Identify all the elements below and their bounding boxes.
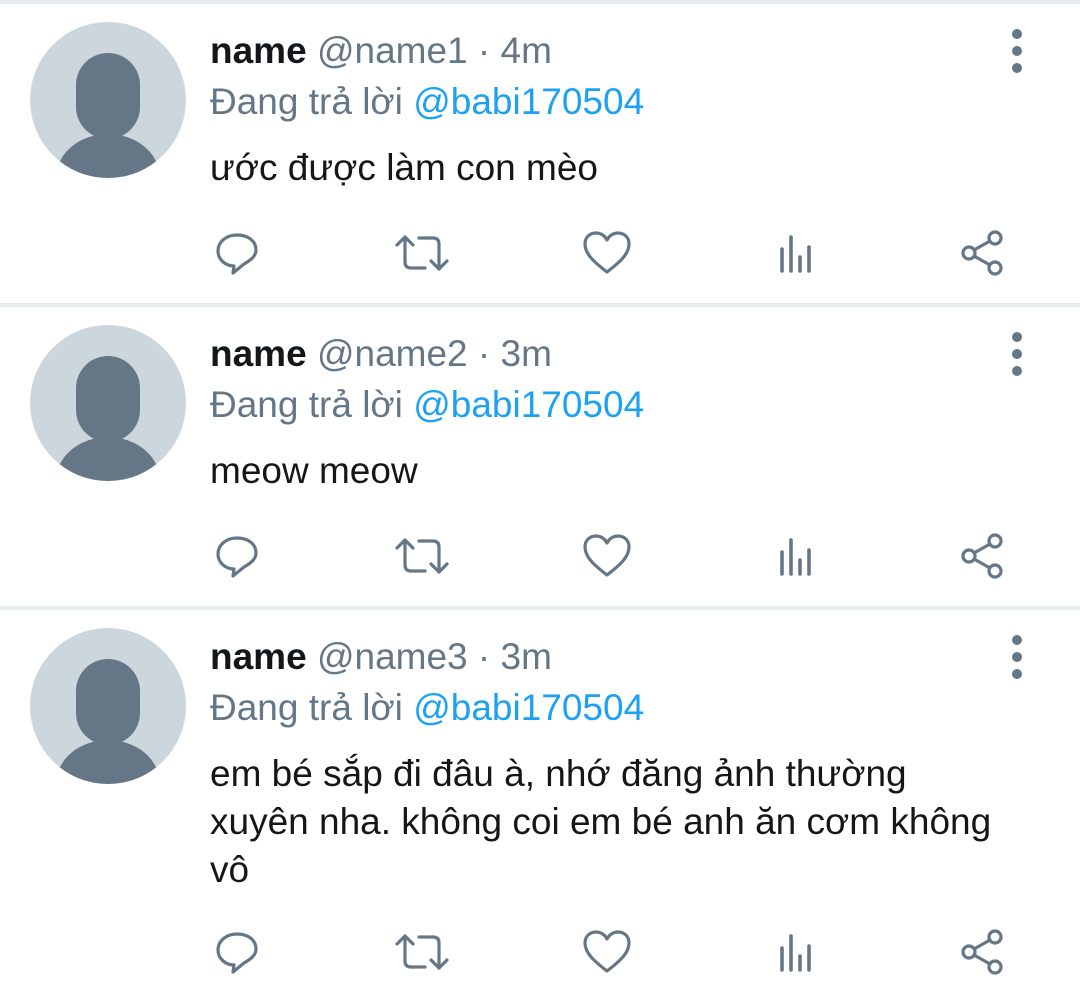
mention-link[interactable]: @babi170504 — [413, 687, 644, 728]
reply-icon[interactable] — [207, 526, 267, 586]
more-vertical-icon[interactable] — [1002, 332, 1032, 376]
user-handle[interactable]: @name3 — [317, 636, 468, 677]
timestamp: 3m — [500, 636, 552, 677]
share-icon[interactable] — [952, 223, 1012, 283]
tweet-text: ước được làm con mèo — [210, 147, 599, 188]
display-name[interactable]: name — [210, 333, 307, 374]
tweet-card[interactable]: name @name3 · 3m Đang trả lời @babi17050… — [0, 610, 1080, 1002]
mention-link[interactable]: @babi170504 — [413, 384, 644, 425]
analytics-icon[interactable] — [766, 526, 826, 586]
display-name[interactable]: name — [210, 636, 307, 677]
tweet-text: meow meow — [210, 450, 418, 491]
heart-icon[interactable] — [577, 922, 637, 982]
retweet-icon[interactable] — [392, 223, 452, 283]
timestamp: 3m — [500, 333, 552, 374]
replying-to-label: Đang trả lời — [210, 384, 403, 425]
tweet-card[interactable]: name @name2 · 3m Đang trả lời @babi17050… — [0, 307, 1080, 606]
share-icon[interactable] — [952, 526, 1012, 586]
more-vertical-icon[interactable] — [1002, 635, 1032, 679]
replying-to-label: Đang trả lời — [210, 81, 403, 122]
separator-dot: · — [477, 30, 491, 71]
reply-icon[interactable] — [207, 223, 267, 283]
timestamp: 4m — [500, 30, 552, 71]
analytics-icon[interactable] — [766, 922, 826, 982]
tweet-header: name @name3 · 3m — [210, 634, 552, 680]
action-bar — [0, 526, 1080, 586]
more-vertical-icon[interactable] — [1002, 29, 1032, 73]
mention-link[interactable]: @babi170504 — [413, 81, 644, 122]
tweet-header: name @name1 · 4m — [210, 28, 552, 74]
replying-to: Đang trả lời @babi170504 — [210, 685, 644, 731]
tweet-text: em bé sắp đi đâu à, nhớ đăng ảnh thường … — [210, 753, 992, 890]
default-avatar-icon[interactable] — [30, 628, 186, 784]
retweet-icon[interactable] — [392, 922, 452, 982]
default-avatar-icon[interactable] — [30, 325, 186, 481]
separator-dot: · — [477, 636, 491, 677]
user-handle[interactable]: @name1 — [317, 30, 468, 71]
tweet-header: name @name2 · 3m — [210, 331, 552, 377]
separator-dot: · — [477, 333, 491, 374]
replying-to: Đang trả lời @babi170504 — [210, 382, 644, 428]
analytics-icon[interactable] — [766, 223, 826, 283]
action-bar — [0, 223, 1080, 283]
tweet-card[interactable]: name @name1 · 4m Đang trả lời @babi17050… — [0, 4, 1080, 303]
reply-icon[interactable] — [207, 922, 267, 982]
heart-icon[interactable] — [577, 223, 637, 283]
display-name[interactable]: name — [210, 30, 307, 71]
reply-list: name @name1 · 4m Đang trả lời @babi17050… — [0, 0, 1080, 1002]
heart-icon[interactable] — [577, 526, 637, 586]
action-bar — [0, 922, 1080, 982]
default-avatar-icon[interactable] — [30, 22, 186, 178]
retweet-icon[interactable] — [392, 526, 452, 586]
replying-to-label: Đang trả lời — [210, 687, 403, 728]
replying-to: Đang trả lời @babi170504 — [210, 79, 644, 125]
user-handle[interactable]: @name2 — [317, 333, 468, 374]
share-icon[interactable] — [952, 922, 1012, 982]
